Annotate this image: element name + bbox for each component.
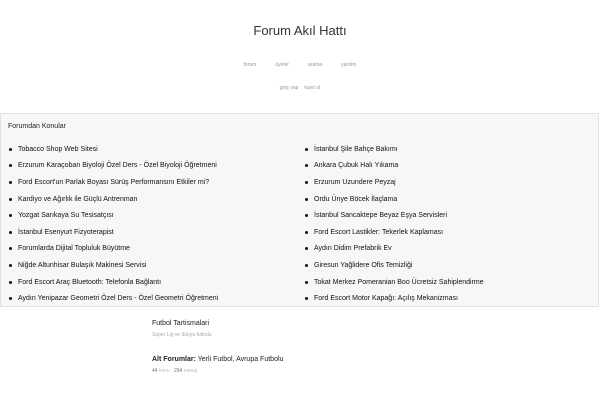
forum-description: Süper Lig ve dünya futbolu <box>152 332 212 338</box>
forum-title-link[interactable]: Futbol Tartismalari <box>152 320 452 327</box>
topics-heading: Forumdan Konular <box>8 123 66 130</box>
bullet-icon <box>305 164 308 168</box>
subforums-label: Alt Forumlar: <box>152 356 196 363</box>
bullet-icon <box>9 214 12 218</box>
bullet-icon <box>9 247 12 251</box>
topic-link[interactable]: Ankara Çubuk Halı Yıkama <box>305 158 484 175</box>
bullet-icon <box>9 263 12 267</box>
topic-link[interactable]: Ford Escort Motor Kapağı: Açılış Mekaniz… <box>305 290 484 307</box>
post-count: 294 <box>173 368 183 374</box>
nav-forum[interactable]: forum <box>244 62 257 68</box>
topic-link[interactable]: İstanbul Şile Bahçe Bakımı <box>305 141 484 158</box>
bullet-icon <box>305 297 308 301</box>
bullet-icon <box>9 180 12 184</box>
topic-link[interactable]: Niğde Altunhisar Bulaşık Makinesi Servis… <box>9 257 218 274</box>
topic-link[interactable]: Tobacco Shop Web Sitesi <box>9 141 218 158</box>
nav-search[interactable]: arama <box>308 62 322 68</box>
topic-link[interactable]: Erzurum Uzundere Peyzaj <box>305 174 484 191</box>
topic-link[interactable]: Forumlarda Dijital Topluluk Büyütme <box>9 241 218 258</box>
nav-help[interactable]: yardım <box>341 62 356 68</box>
topics-panel: Forumdan Konular Tobacco Shop Web Sitesi… <box>0 113 599 307</box>
nav-members[interactable]: üyeler <box>275 62 289 68</box>
bullet-icon <box>9 297 12 301</box>
bullet-icon <box>9 230 12 234</box>
auth-links: giriş yap kayıt ol <box>0 85 600 91</box>
bullet-icon <box>305 230 308 234</box>
topic-link[interactable]: Ford Escort'un Parlak Boyası Sürüş Perfo… <box>9 174 218 191</box>
bullet-icon <box>9 147 12 151</box>
topics-list-left: Tobacco Shop Web Sitesi Erzurum Karaçoba… <box>9 141 218 307</box>
bullet-icon <box>305 280 308 284</box>
topic-link[interactable]: Giresun Yağlidere Ofis Temizliği <box>305 257 484 274</box>
post-count-label: mesaj <box>183 368 198 374</box>
topic-count: 44 <box>152 368 158 374</box>
bullet-icon <box>305 214 308 218</box>
topic-link[interactable]: Yozgat Sarıkaya Su Tesisatçısı <box>9 207 218 224</box>
topic-link[interactable]: Tokat Merkez Pomeranian Boo Ücretsiz Sah… <box>305 274 484 291</box>
main-nav: forum üyeler arama yardım <box>0 62 600 68</box>
topic-link[interactable]: Erzurum Karaçoban Biyoloji Özel Ders - Ö… <box>9 158 218 175</box>
subforum-link[interactable]: Avrupa Futbolu <box>236 356 283 363</box>
topics-list-right: İstanbul Şile Bahçe Bakımı Ankara Çubuk … <box>305 141 484 307</box>
register-link[interactable]: kayıt ol <box>304 85 320 91</box>
topic-link[interactable]: Ordu Ünye Böcek İlaçlama <box>305 191 484 208</box>
topic-link[interactable]: Ford Escort Lastikler: Tekerlek Kaplamas… <box>305 224 484 241</box>
bullet-icon <box>305 147 308 151</box>
login-link[interactable]: giriş yap <box>280 85 299 91</box>
bullet-icon <box>9 164 12 168</box>
bullet-icon <box>305 180 308 184</box>
bullet-icon <box>9 197 12 201</box>
topic-link[interactable]: Kardiyo ve Ağırlık ile Güçlü Antrenman <box>9 191 218 208</box>
bullet-icon <box>305 247 308 251</box>
topic-link[interactable]: İstanbul Sancaktepe Beyaz Eşya Servisler… <box>305 207 484 224</box>
topic-link[interactable]: Aydın Didim Prefabrik Ev <box>305 241 484 258</box>
bullet-icon <box>305 197 308 201</box>
subforum-link[interactable]: Yerli Futbol <box>198 356 233 363</box>
site-title[interactable]: Forum Akıl Hattı <box>0 23 600 38</box>
subforums-row: Alt Forumlar: Yerli Futbol, Avrupa Futbo… <box>152 356 284 363</box>
topic-link[interactable]: Ford Escort Araç Bluetooth: Telefonla Ba… <box>9 274 218 291</box>
topic-link[interactable]: İstanbul Esenyurt Fizyoterapist <box>9 224 218 241</box>
topic-count-label: konu <box>158 368 170 374</box>
forum-stats: 44 konu 294 mesaj <box>152 368 452 374</box>
forum-category: Futbol Tartismalari Süper Lig ve dünya f… <box>152 320 452 374</box>
bullet-icon <box>9 280 12 284</box>
bullet-icon <box>305 263 308 267</box>
topic-link[interactable]: Aydın Yenipazar Geometri Özel Ders - Öze… <box>9 290 218 307</box>
